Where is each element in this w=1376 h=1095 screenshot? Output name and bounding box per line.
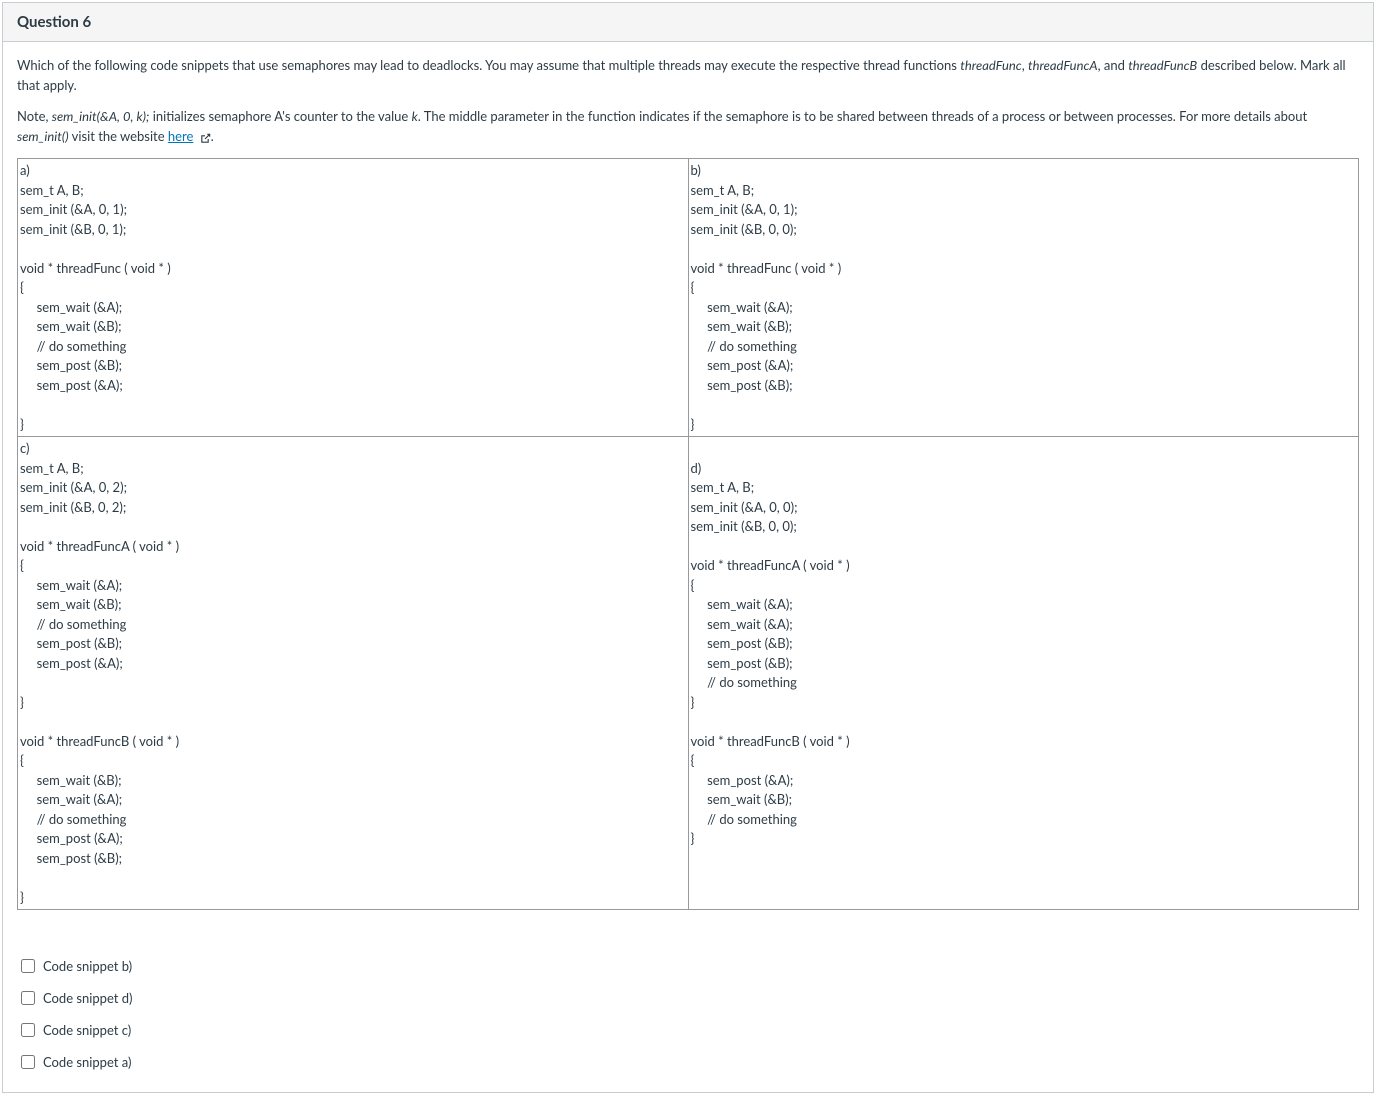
sep2: , and [1098,57,1129,73]
external-link-icon [199,131,211,143]
snippet-c-cell: c) sem_t A, B; sem_init (&A, 0, 2); sem_… [18,437,689,910]
answer-checkbox-b[interactable] [21,959,35,973]
answer-list: Code snippet b) Code snippet d) Code sni… [17,950,1359,1078]
note-pre: Note, [17,108,52,124]
question-intro: Which of the following code snippets tha… [17,56,1359,95]
note-post: visit the website [69,128,168,144]
question-container: Question 6 Which of the following code s… [2,2,1374,1093]
sem-init-link[interactable]: here [168,128,193,144]
snippet-a: a) sem_t A, B; sem_init (&A, 0, 1); sem_… [20,161,686,434]
answer-option-c[interactable]: Code snippet c) [17,1014,1359,1046]
question-title: Question 6 [17,13,1359,31]
answer-label: Code snippet d) [43,990,133,1006]
answer-checkbox-c[interactable] [21,1023,35,1037]
note-call: sem_init(&A, 0, k); [52,108,150,124]
threadfunc-3: threadFuncB [1128,57,1197,73]
answer-label: Code snippet a) [43,1054,132,1070]
note-mid1: initializes semaphore A's counter to the… [149,108,411,124]
snippet-a-cell: a) sem_t A, B; sem_init (&A, 0, 1); sem_… [18,159,689,437]
question-body: Which of the following code snippets tha… [3,42,1373,1092]
question-header: Question 6 [3,3,1373,42]
note-mid2: . The middle parameter in the function i… [418,108,1307,124]
answer-checkbox-a[interactable] [21,1055,35,1069]
period: . [211,128,214,144]
answer-option-d[interactable]: Code snippet d) [17,982,1359,1014]
answer-checkbox-d[interactable] [21,991,35,1005]
intro-text-pre: Which of the following code snippets tha… [17,57,960,73]
question-note: Note, sem_init(&A, 0, k); initializes se… [17,107,1359,146]
threadfunc-2: threadFuncA [1028,57,1098,73]
threadfunc-1: threadFunc [960,57,1021,73]
answer-option-b[interactable]: Code snippet b) [17,950,1359,982]
snippet-b-cell: b) sem_t A, B; sem_init (&A, 0, 1); sem_… [688,159,1359,437]
answer-label: Code snippet c) [43,1022,131,1038]
snippet-d: d) sem_t A, B; sem_init (&A, 0, 0); sem_… [691,439,1357,849]
answer-option-a[interactable]: Code snippet a) [17,1046,1359,1078]
snippet-c: c) sem_t A, B; sem_init (&A, 0, 2); sem_… [20,439,686,907]
note-fn: sem_init() [17,128,69,144]
answer-label: Code snippet b) [43,958,132,974]
code-snippet-table: a) sem_t A, B; sem_init (&A, 0, 1); sem_… [17,158,1359,910]
snippet-b: b) sem_t A, B; sem_init (&A, 0, 1); sem_… [691,161,1357,434]
snippet-d-cell: d) sem_t A, B; sem_init (&A, 0, 0); sem_… [688,437,1359,910]
